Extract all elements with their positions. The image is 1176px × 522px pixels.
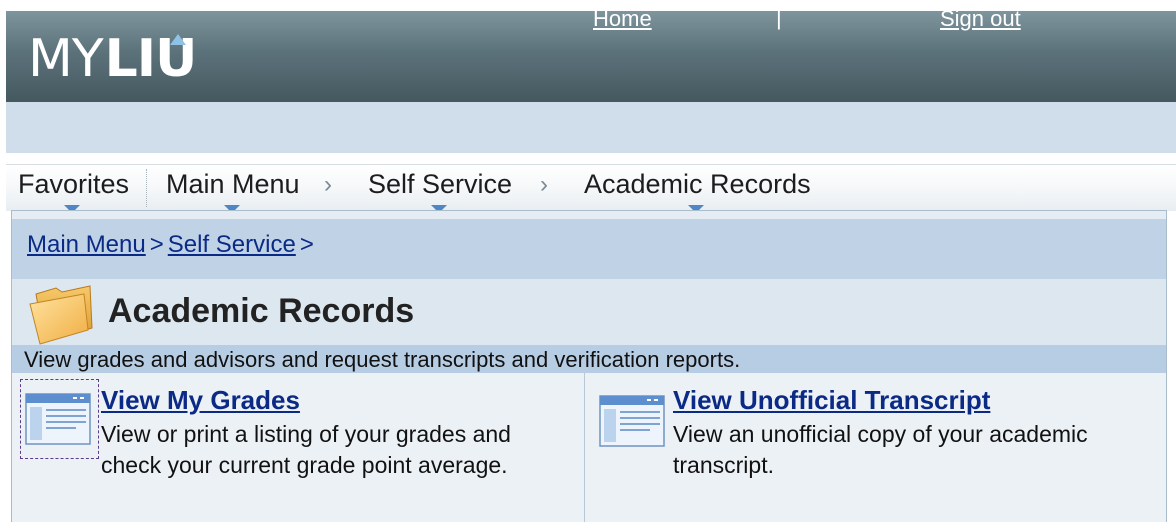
sign-out-link[interactable]: Sign out [940,6,1021,32]
menu-favorites[interactable]: Favorites [18,169,130,213]
header-link-separator: | [776,5,782,30]
menu-main-menu[interactable]: Main Menu [166,169,300,213]
breadcrumb-self-service[interactable]: Self Service [168,231,296,258]
chevron-right-icon: › [324,171,332,198]
site-header: MYLIU Home | Sign out [6,5,1176,102]
menu-favorites-label: Favorites [18,169,130,199]
menu-divider [146,169,147,207]
breadcrumb-text: Main Menu > Self Service > [27,231,318,259]
breadcrumb-separator: > [299,231,314,258]
menu-main-menu-label: Main Menu [166,169,300,199]
page-description-bar: View grades and advisors and request tra… [12,345,1166,373]
breadcrumb-separator: > [149,231,164,258]
menu-self-service[interactable]: Self Service [368,169,513,213]
breadcrumb: Main Menu > Self Service > [12,219,1166,279]
navigation-menu-bar: Favorites Main Menu › Self Service › Aca… [6,164,1176,213]
myliu-logo[interactable]: MYLIU [28,31,197,87]
breadcrumb-main-menu[interactable]: Main Menu [27,231,146,258]
header-sub-band [6,102,1176,153]
view-unofficial-transcript-link[interactable]: View Unofficial Transcript [673,385,990,416]
view-my-grades-description: View or print a listing of your grades a… [101,421,511,478]
view-unofficial-transcript-description: View an unofficial copy of your academic… [673,421,1088,478]
menu-academic-records[interactable]: Academic Records [584,169,811,213]
chevron-right-icon: › [540,171,548,198]
home-link[interactable]: Home [593,6,652,32]
menu-self-service-label: Self Service [368,169,513,199]
view-my-grades-link[interactable]: View My Grades [101,385,300,416]
page-description: View grades and advisors and request tra… [24,347,741,372]
view-unofficial-transcript-card: View Unofficial Transcript View an unoff… [585,373,1166,522]
page-title: Academic Records [108,292,415,330]
menu-academic-records-label: Academic Records [584,169,811,199]
folder-icon [29,285,93,345]
content-panel: Main Menu > Self Service > Academic Records… [11,210,1167,522]
view-my-grades-card: View My Grades View or print a listing o… [12,373,585,522]
page-title-row: Academic Records [12,279,1166,345]
page-window-icon[interactable] [25,393,91,445]
page-window-icon[interactable] [599,395,665,447]
logo-accent-icon [170,34,186,45]
